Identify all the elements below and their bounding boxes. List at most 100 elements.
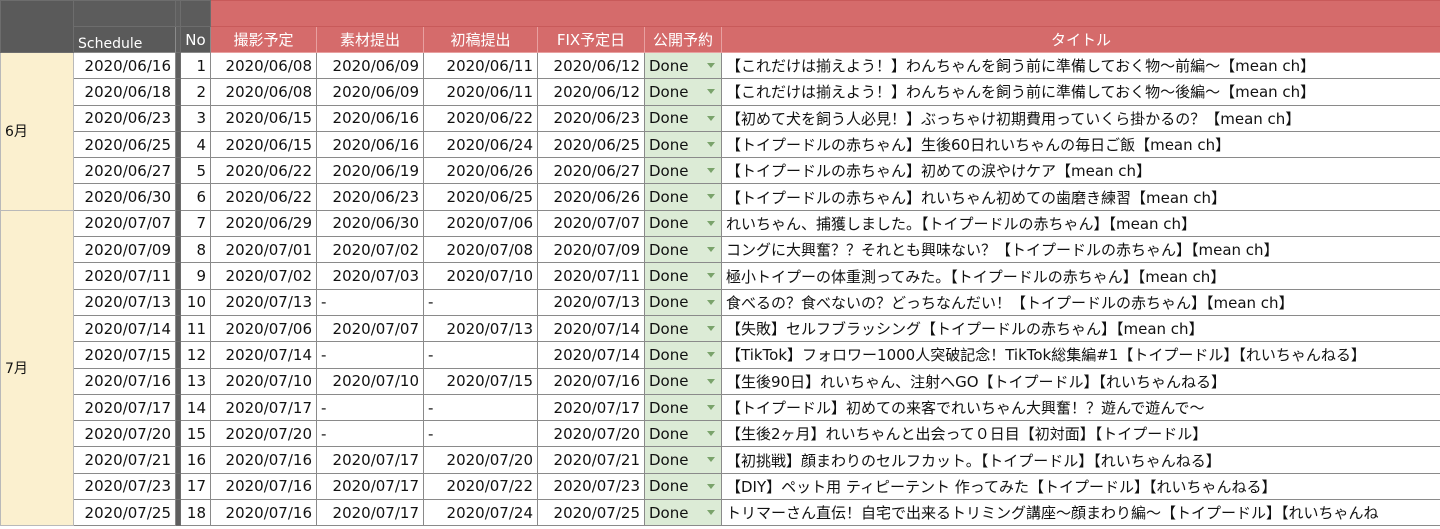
publish-status-header[interactable]: 公開予約 <box>644 26 722 53</box>
row-number-cell[interactable]: 13 <box>180 367 211 395</box>
row-number-cell[interactable]: 4 <box>180 130 211 159</box>
material-date-header[interactable]: 素材提出 <box>316 26 424 53</box>
shoot-date-cell[interactable]: 2020/06/22 <box>210 157 317 185</box>
fix-date-cell[interactable]: 2020/07/07 <box>537 209 645 238</box>
fix-date-header[interactable]: FIX予定日 <box>537 26 645 53</box>
material-date-cell[interactable]: 2020/06/16 <box>316 104 424 132</box>
title-cell[interactable]: 【トイプードル】初めての来客でれいちゃん大興奮！？遊んで遊んで〜 <box>721 393 1440 422</box>
schedule-cell[interactable]: 2020/07/20 <box>73 420 176 448</box>
publish-status-dropdown[interactable]: Done <box>644 341 722 369</box>
material-date-cell[interactable]: 2020/07/07 <box>316 314 424 343</box>
material-date-cell[interactable]: - <box>316 420 424 448</box>
draft-date-cell[interactable]: 2020/07/10 <box>423 262 538 290</box>
dropdown-arrow-icon[interactable] <box>707 325 715 331</box>
dropdown-arrow-icon[interactable] <box>707 63 715 68</box>
fix-date-cell[interactable]: 2020/07/25 <box>537 499 645 527</box>
dropdown-arrow-icon[interactable] <box>707 510 715 516</box>
dropdown-arrow-icon[interactable] <box>707 483 715 489</box>
dropdown-arrow-icon[interactable] <box>707 352 715 358</box>
shoot-date-cell[interactable]: 2020/07/16 <box>210 472 317 501</box>
dropdown-arrow-icon[interactable] <box>707 247 715 253</box>
shoot-date-cell[interactable]: 2020/06/22 <box>210 183 317 211</box>
material-date-cell[interactable]: 2020/06/09 <box>316 51 424 80</box>
publish-status-dropdown[interactable]: Done <box>644 288 722 316</box>
month-label-cell[interactable]: 6月 <box>0 52 74 211</box>
row-number-cell[interactable]: 12 <box>180 341 211 369</box>
title-cell[interactable]: 【これだけは揃えよう！】わんちゃんを飼う前に準備しておく物〜前編〜【mean c… <box>721 51 1440 80</box>
row-number-cell[interactable]: 16 <box>180 446 211 474</box>
fix-date-cell[interactable]: 2020/07/14 <box>537 341 645 369</box>
draft-date-cell[interactable]: - <box>423 393 538 422</box>
title-cell[interactable]: 【TikTok】フォロワー1000人突破記念！TikTok総集編#1【トイプード… <box>721 341 1440 369</box>
publish-status-dropdown[interactable]: Done <box>644 314 722 343</box>
publish-status-dropdown[interactable]: Done <box>644 78 722 106</box>
schedule-cell[interactable]: 2020/06/27 <box>73 157 176 185</box>
publish-status-dropdown[interactable]: Done <box>644 262 722 290</box>
publish-status-dropdown[interactable]: Done <box>644 236 722 264</box>
dropdown-arrow-icon[interactable] <box>707 378 715 384</box>
material-date-cell[interactable]: 2020/07/17 <box>316 499 424 527</box>
row-number-cell[interactable]: 8 <box>180 236 211 264</box>
row-number-cell[interactable]: 1 <box>180 51 211 80</box>
shoot-date-cell[interactable]: 2020/06/29 <box>210 209 317 238</box>
row-number-cell[interactable]: 5 <box>180 157 211 185</box>
row-number-cell[interactable]: 15 <box>180 420 211 448</box>
row-number-cell[interactable]: 7 <box>180 209 211 238</box>
draft-date-header[interactable]: 初稿提出 <box>423 26 538 53</box>
shoot-date-cell[interactable]: 2020/07/20 <box>210 420 317 448</box>
draft-date-cell[interactable]: 2020/07/06 <box>423 209 538 238</box>
shoot-date-cell[interactable]: 2020/07/13 <box>210 288 317 316</box>
row-number-cell[interactable]: 9 <box>180 262 211 290</box>
draft-date-cell[interactable]: 2020/07/24 <box>423 499 538 527</box>
schedule-cell[interactable]: 2020/07/17 <box>73 393 176 422</box>
title-cell[interactable]: 【失敗】セルフブラッシング【トイプードルの赤ちゃん】【mean ch】 <box>721 314 1440 343</box>
publish-status-dropdown[interactable]: Done <box>644 499 722 527</box>
schedule-cell[interactable]: 2020/06/30 <box>73 183 176 211</box>
dropdown-arrow-icon[interactable] <box>707 457 715 463</box>
draft-date-cell[interactable]: 2020/06/11 <box>423 78 538 106</box>
draft-date-cell[interactable]: 2020/06/25 <box>423 183 538 211</box>
draft-date-cell[interactable]: - <box>423 341 538 369</box>
dropdown-arrow-icon[interactable] <box>707 194 715 200</box>
dropdown-arrow-icon[interactable] <box>707 141 715 147</box>
publish-status-dropdown[interactable]: Done <box>644 367 722 395</box>
title-cell[interactable]: コングに大興奮？？それとも興味ない？【トイプードルの赤ちゃん】【mean ch】 <box>721 236 1440 264</box>
draft-date-cell[interactable]: 2020/06/11 <box>423 51 538 80</box>
title-cell[interactable]: 【初挑戦】顔まわりのセルフカット。【トイプードル】【れいちゃんねる】 <box>721 446 1440 474</box>
material-date-cell[interactable]: 2020/06/19 <box>316 157 424 185</box>
publish-status-dropdown[interactable]: Done <box>644 130 722 159</box>
fix-date-cell[interactable]: 2020/07/14 <box>537 314 645 343</box>
publish-status-dropdown[interactable]: Done <box>644 209 722 238</box>
schedule-cell[interactable]: 2020/07/07 <box>73 209 176 238</box>
row-number-cell[interactable]: 17 <box>180 472 211 501</box>
dropdown-arrow-icon[interactable] <box>707 431 715 437</box>
material-date-cell[interactable]: 2020/06/16 <box>316 130 424 159</box>
fix-date-cell[interactable]: 2020/07/23 <box>537 472 645 501</box>
material-date-cell[interactable]: 2020/06/30 <box>316 209 424 238</box>
row-number-cell[interactable]: 11 <box>180 314 211 343</box>
schedule-cell[interactable]: 2020/07/16 <box>73 367 176 395</box>
draft-date-cell[interactable]: 2020/06/22 <box>423 104 538 132</box>
title-header[interactable]: タイトル <box>721 26 1440 53</box>
dropdown-arrow-icon[interactable] <box>707 404 715 410</box>
material-date-cell[interactable]: 2020/07/17 <box>316 472 424 501</box>
draft-date-cell[interactable]: 2020/07/15 <box>423 367 538 395</box>
title-cell[interactable]: 【DIY】ペット用 ティピーテント 作ってみた【トイプードル】【れいちゃんねる】 <box>721 472 1440 501</box>
draft-date-cell[interactable]: 2020/06/24 <box>423 130 538 159</box>
material-date-cell[interactable]: - <box>316 341 424 369</box>
material-date-cell[interactable]: 2020/07/10 <box>316 367 424 395</box>
shoot-date-header[interactable]: 撮影予定 <box>210 26 317 53</box>
row-number-cell[interactable]: 18 <box>180 499 211 527</box>
fix-date-cell[interactable]: 2020/06/12 <box>537 51 645 80</box>
shoot-date-cell[interactable]: 2020/07/16 <box>210 499 317 527</box>
shoot-date-cell[interactable]: 2020/07/17 <box>210 393 317 422</box>
fix-date-cell[interactable]: 2020/07/20 <box>537 420 645 448</box>
draft-date-cell[interactable]: 2020/06/26 <box>423 157 538 185</box>
schedule-cell[interactable]: 2020/07/13 <box>73 288 176 316</box>
title-cell[interactable]: 【トイプードルの赤ちゃん】生後60日れいちゃんの毎日ご飯【mean ch】 <box>721 130 1440 159</box>
schedule-cell[interactable]: 2020/06/23 <box>73 104 176 132</box>
title-cell[interactable]: 【初めて犬を飼う人必見！】ぶっちゃけ初期費用っていくら掛かるの？【mean ch… <box>721 104 1440 132</box>
shoot-date-cell[interactable]: 2020/07/02 <box>210 262 317 290</box>
draft-date-cell[interactable]: 2020/07/13 <box>423 314 538 343</box>
fix-date-cell[interactable]: 2020/07/13 <box>537 288 645 316</box>
